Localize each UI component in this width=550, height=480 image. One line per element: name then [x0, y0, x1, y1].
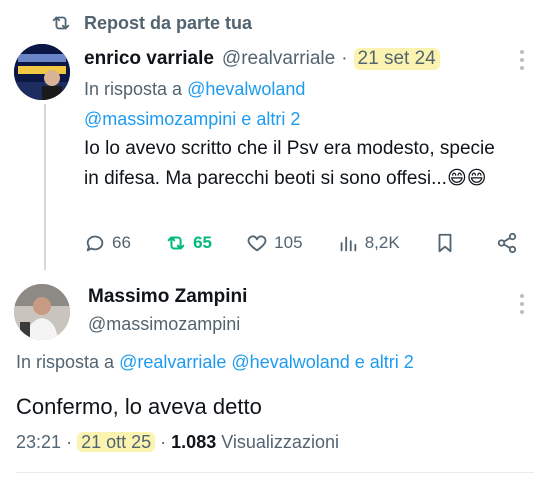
share-icon	[497, 232, 517, 254]
tweet2-views-count: 1.083	[171, 432, 217, 452]
tweet2-reply-handle2[interactable]: @hevalwoland e altri 2	[231, 352, 413, 372]
tweet2-separator2: ·	[160, 432, 167, 452]
repost-active-icon	[167, 236, 185, 250]
thread-line	[44, 104, 46, 270]
bookmark-icon	[438, 233, 452, 253]
bookmark-button[interactable]	[434, 232, 462, 254]
views-button[interactable]: 8,2K	[337, 232, 400, 254]
tweet2-author-name[interactable]: Massimo Zampini	[88, 286, 247, 308]
views-chart-icon	[340, 236, 356, 252]
tweet2-text: Confermo, lo aveva detto	[16, 394, 262, 419]
tweet2-reply-context: In risposta a @realvarriale @hevalwoland…	[16, 352, 414, 373]
repost-icon	[52, 16, 70, 30]
repost-count: 65	[193, 233, 212, 252]
repost-indicator: Repost da parte tua	[50, 10, 252, 36]
tweet1-reply-context: In risposta a @hevalwoland @massimozampi…	[84, 74, 524, 134]
reply-icon	[86, 235, 104, 252]
tweet1-reply-handle2[interactable]: @massimozampini e altri 2	[84, 109, 300, 129]
tweet2-more-icon[interactable]	[520, 294, 526, 314]
tweet2-views-label: Visualizzazioni	[221, 432, 339, 452]
tweet1-header: enrico varriale @realvarriale · 21 set 2…	[84, 44, 440, 74]
like-count: 105	[274, 233, 303, 252]
repost-label: Repost da parte tua	[84, 12, 253, 33]
tweet2-reply-prefix: In risposta a	[16, 352, 115, 372]
like-button[interactable]: 105	[246, 232, 303, 254]
share-button[interactable]	[496, 232, 524, 254]
tweet1-author-handle[interactable]: @realvarriale	[222, 48, 335, 70]
tweet1-author-name[interactable]: enrico varriale	[84, 48, 214, 70]
tweet1-reply-prefix: In risposta a	[84, 79, 183, 99]
avatar-enrico-varriale[interactable]	[14, 44, 70, 100]
divider	[16, 472, 534, 473]
heart-icon	[247, 235, 267, 252]
tweet2-reply-handle1[interactable]: @realvarriale	[119, 352, 226, 372]
tweet2-time[interactable]: 23:21	[16, 432, 61, 452]
tweet1-reply-handle1[interactable]: @hevalwoland	[187, 79, 305, 99]
avatar-massimo-zampini[interactable]	[14, 284, 70, 340]
tweet2-separator1: ·	[66, 432, 73, 452]
tweet1-separator: ·	[341, 48, 348, 69]
reply-count: 66	[112, 233, 131, 252]
tweet1-date[interactable]: 21 set 24	[353, 48, 440, 70]
views-count: 8,2K	[364, 233, 400, 252]
tweet2-date[interactable]: 21 ott 25	[77, 432, 156, 452]
tweet1-more-icon[interactable]	[520, 50, 526, 70]
tweet2-author-handle[interactable]: @massimozampini	[88, 314, 240, 335]
tweet2-meta: 23:21 · 21 ott 25 · 1.083 Visualizzazion…	[16, 432, 339, 453]
tweet1-actions: 66 65 105 8,2K	[84, 226, 524, 260]
tweet1-text: Io lo avevo scritto che il Psv era modes…	[84, 138, 495, 189]
repost-button[interactable]: 65	[165, 232, 212, 254]
reply-button[interactable]: 66	[84, 232, 131, 254]
